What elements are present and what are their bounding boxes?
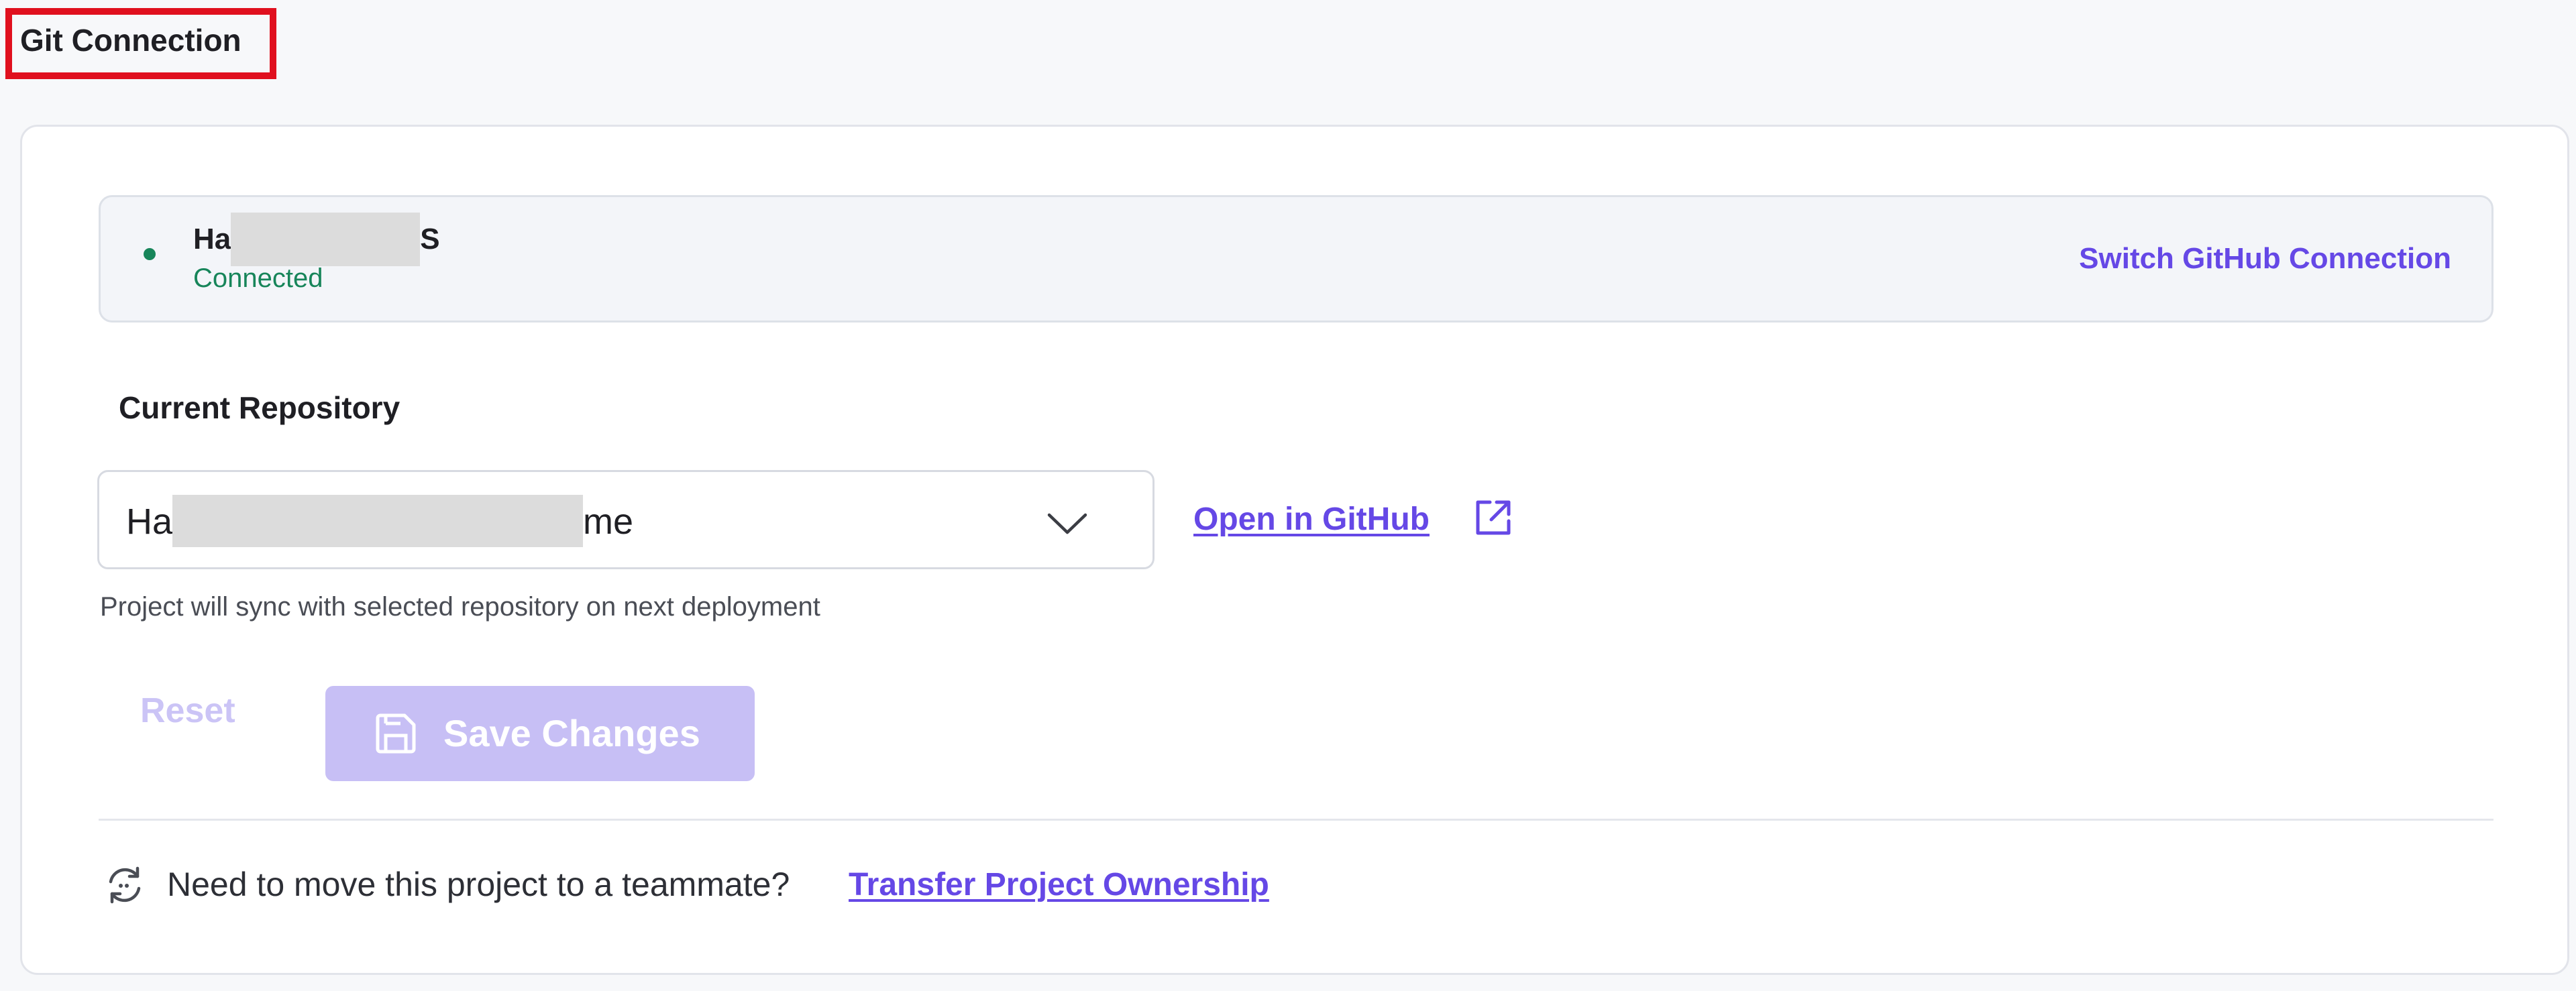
account-name-prefix: Ha	[193, 223, 231, 255]
chevron-down-icon	[1047, 513, 1087, 534]
save-changes-label: Save Changes	[443, 712, 700, 754]
switch-github-connection-link[interactable]: Switch GitHub Connection	[2079, 240, 2451, 278]
section-title: Git Connection	[20, 23, 241, 58]
redacted-block	[231, 213, 421, 266]
repo-name-suffix: me	[583, 502, 634, 542]
open-in-github-link[interactable]: Open in GitHub	[1193, 500, 1430, 540]
repository-select[interactable]: Ha me	[97, 470, 1155, 569]
redacted-block	[172, 495, 584, 547]
transfer-prompt-text: Need to move this project to a teammate?	[167, 866, 790, 903]
external-link-icon[interactable]	[1472, 497, 1514, 538]
selected-repository: Ha me	[126, 495, 634, 547]
sync-note: Project will sync with selected reposito…	[100, 592, 820, 622]
github-account-name: Ha S	[193, 213, 440, 266]
repo-name-prefix: Ha	[126, 502, 173, 542]
reset-button[interactable]: Reset	[140, 689, 235, 733]
git-connection-card: Ha S Connected Switch GitHub Connection C…	[20, 125, 2569, 975]
github-connection-bar: Ha S Connected Switch GitHub Connection	[99, 195, 2493, 323]
floppy-disk-icon	[376, 713, 416, 754]
save-changes-button[interactable]: Save Changes	[325, 686, 755, 781]
connection-status: Connected	[193, 264, 323, 293]
account-name-suffix: S	[420, 223, 440, 255]
current-repository-heading: Current Repository	[119, 390, 400, 425]
sync-arrows-icon	[109, 866, 141, 904]
divider	[99, 819, 2493, 821]
transfer-project-ownership-link[interactable]: Transfer Project Ownership	[849, 864, 1269, 906]
status-dot-icon	[144, 248, 156, 260]
